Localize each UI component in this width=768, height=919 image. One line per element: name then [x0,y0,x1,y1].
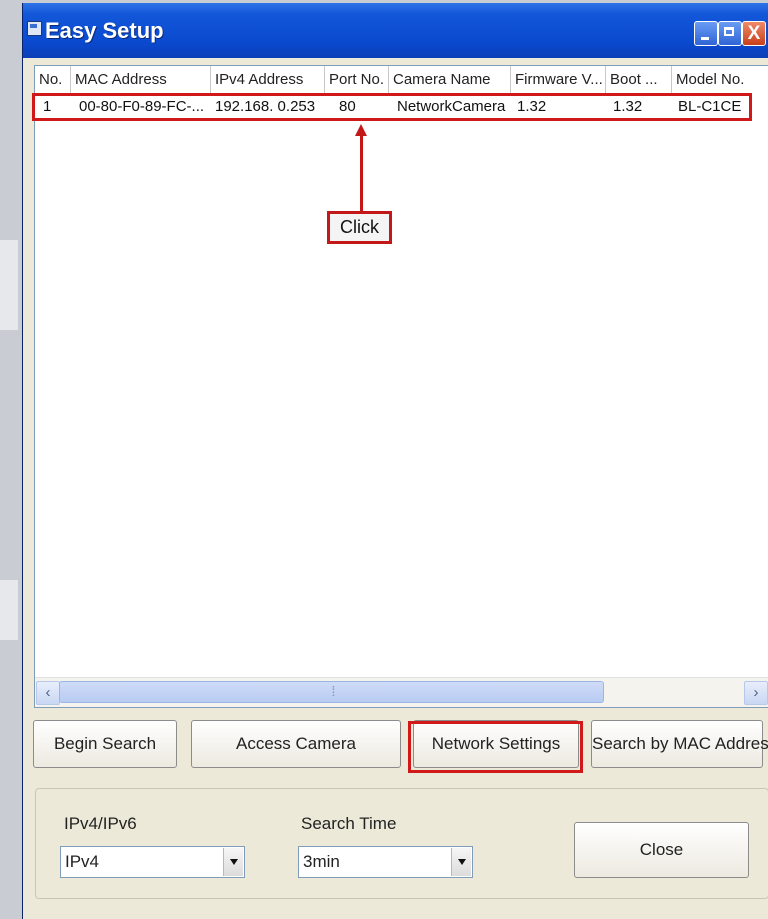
click-callout: Click [327,211,392,244]
camera-list[interactable]: No. MAC Address IPv4 Address Port No. Ca… [32,65,768,708]
column-header-boot[interactable]: Boot ... [606,66,672,94]
column-header-no[interactable]: No. [35,66,71,94]
network-settings-highlight-box [408,721,583,773]
window-title: Easy Setup [45,18,164,43]
search-by-mac-button[interactable]: Search by MAC Address [591,720,768,768]
list-header: No. MAC Address IPv4 Address Port No. Ca… [35,66,768,94]
app-icon [27,21,42,36]
search-time-value: 3min [303,852,340,871]
ip-version-select[interactable]: IPv4 [60,846,245,878]
column-header-model[interactable]: Model No. [672,66,768,94]
chevron-right-icon: › [753,684,759,701]
column-header-ipv4[interactable]: IPv4 Address [211,66,325,94]
column-header-camera-name[interactable]: Camera Name [389,66,511,94]
arrow-line [360,132,363,212]
access-camera-button[interactable]: Access Camera [191,720,401,768]
chevron-down-icon[interactable] [223,848,243,876]
minimize-icon [701,37,709,40]
ip-version-label: IPv4/IPv6 [64,814,137,833]
horizontal-scrollbar[interactable]: ‹ › [35,677,768,707]
row-highlight-box [32,93,752,121]
search-time-select[interactable]: 3min [298,846,473,878]
close-icon: X [747,23,761,44]
scroll-left-button[interactable]: ‹ [36,681,60,705]
title-bar[interactable]: Easy Setup X [23,3,768,58]
maximize-icon [724,27,734,36]
maximize-button[interactable] [718,21,742,46]
column-header-firmware[interactable]: Firmware V... [511,66,606,94]
close-button[interactable]: Close [574,822,749,878]
easy-setup-window: Easy Setup X No. MAC Address IPv4 Addres… [22,3,768,919]
begin-search-button[interactable]: Begin Search [33,720,177,768]
column-header-mac[interactable]: MAC Address [71,66,211,94]
close-window-button[interactable]: X [742,21,766,46]
options-group: IPv4/IPv6 IPv4 Search Time 3min Close [35,788,768,899]
chevron-left-icon: ‹ [45,684,51,701]
chevron-down-icon[interactable] [451,848,471,876]
scroll-right-button[interactable]: › [744,681,768,705]
column-header-port[interactable]: Port No. [325,66,389,94]
search-time-label: Search Time [301,814,397,833]
ip-version-value: IPv4 [65,852,100,871]
minimize-button[interactable] [694,21,718,46]
scroll-thumb[interactable] [59,681,604,703]
